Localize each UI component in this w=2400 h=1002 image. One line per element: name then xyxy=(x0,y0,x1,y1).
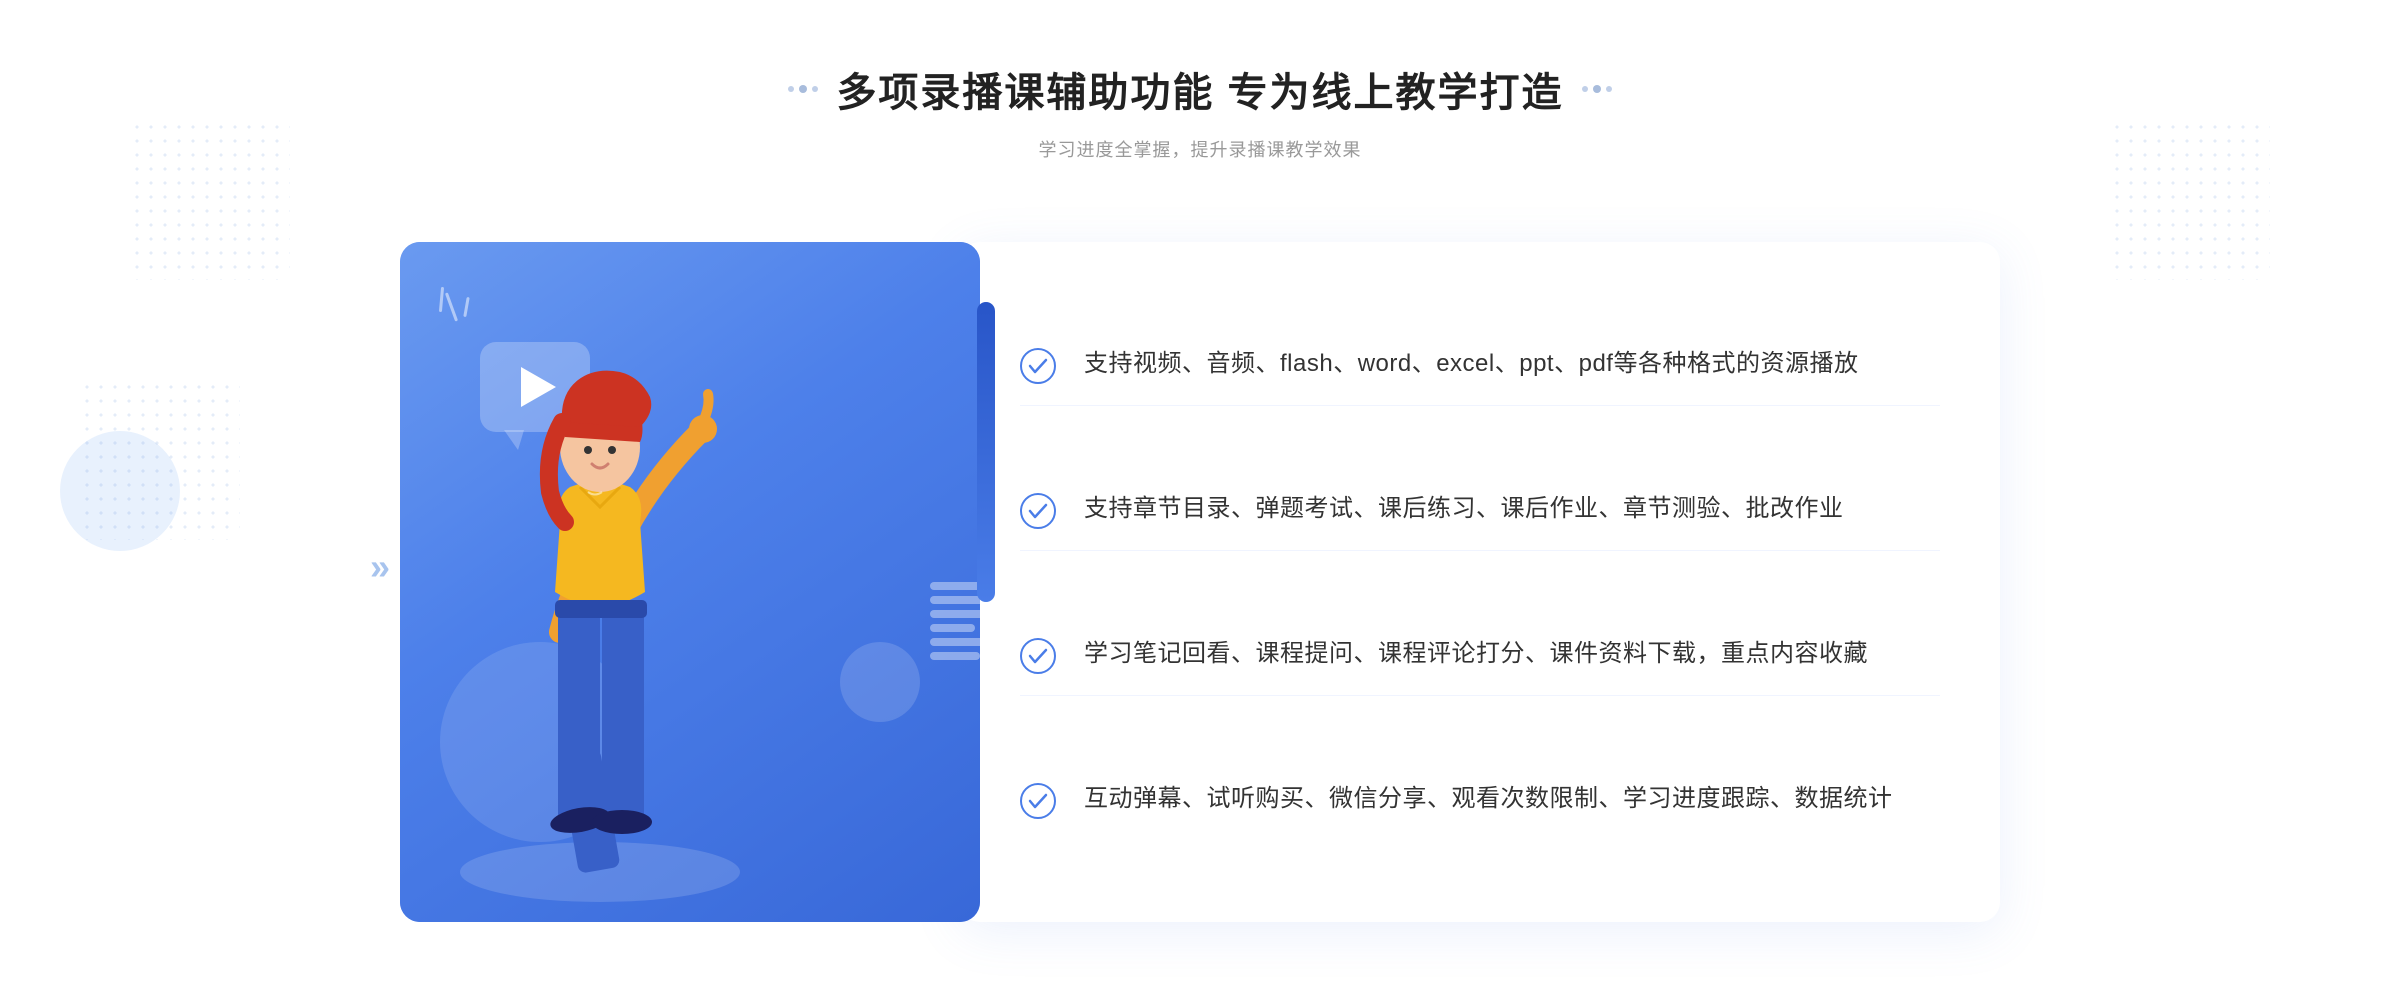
person-illustration xyxy=(440,322,760,922)
feature-item-2: 支持章节目录、弹题考试、课后练习、课后作业、章节测验、批改作业 xyxy=(1020,469,1940,551)
ray-1 xyxy=(445,292,458,321)
features-panel: 支持视频、音频、flash、word、excel、ppt、pdf等各种格式的资源… xyxy=(960,242,2000,922)
stripe-3 xyxy=(930,610,995,618)
feature-text-1: 支持视频、音频、flash、word、excel、ppt、pdf等各种格式的资源… xyxy=(1084,344,1858,385)
page-header: 多项录播课辅助功能 专为线上教学打造 学习进度全掌握，提升录播课教学效果 xyxy=(788,60,1611,162)
feature-text-2: 支持章节目录、弹题考试、课后练习、课后作业、章节测验、批改作业 xyxy=(1084,489,1844,530)
stripe-4 xyxy=(930,624,975,632)
stripe-6 xyxy=(930,652,980,660)
dot-pattern-top-right xyxy=(2110,120,2270,280)
page-subtitle: 学习进度全掌握，提升录播课教学效果 xyxy=(788,136,1611,162)
stripe-2 xyxy=(930,596,985,604)
check-icon-4 xyxy=(1020,783,1056,819)
deco-circle-small xyxy=(840,642,920,722)
dot-pattern-top-left xyxy=(130,120,290,280)
feature-text-3: 学习笔记回看、课程提问、课程评论打分、课件资料下载，重点内容收藏 xyxy=(1084,634,1868,675)
check-icon-2 xyxy=(1020,493,1056,529)
stripe-5 xyxy=(930,638,990,646)
page-title: 多项录播课辅助功能 专为线上教学打造 xyxy=(836,60,1563,118)
feature-item-4: 互动弹幕、试听购买、微信分享、观看次数限制、学习进度跟踪、数据统计 xyxy=(1020,759,1940,840)
left-arrows-decoration: » xyxy=(370,546,382,587)
ray-2 xyxy=(463,297,469,317)
feature-text-4: 互动弹幕、试听购买、微信分享、观看次数限制、学习进度跟踪、数据统计 xyxy=(1084,779,1893,820)
check-icon-1 xyxy=(1020,348,1056,384)
sidebar-circle xyxy=(60,431,180,551)
sidebar-decorations xyxy=(60,431,180,571)
feature-item-3: 学习笔记回看、课程提问、课程评论打分、课件资料下载，重点内容收藏 xyxy=(1020,614,1940,696)
ray-3 xyxy=(439,287,444,312)
title-decoration-left xyxy=(788,85,818,93)
feature-item-1: 支持视频、音频、flash、word、excel、ppt、pdf等各种格式的资源… xyxy=(1020,324,1940,406)
title-row: 多项录播课辅助功能 专为线上教学打造 xyxy=(788,60,1611,118)
title-decoration-right xyxy=(1582,85,1612,93)
main-content: » 支持视频、音频、flash、word、excel、ppt、pdf等各种格式的… xyxy=(400,212,2000,922)
illustration-card xyxy=(400,242,980,922)
check-icon-3 xyxy=(1020,638,1056,674)
accent-bar xyxy=(977,302,995,602)
